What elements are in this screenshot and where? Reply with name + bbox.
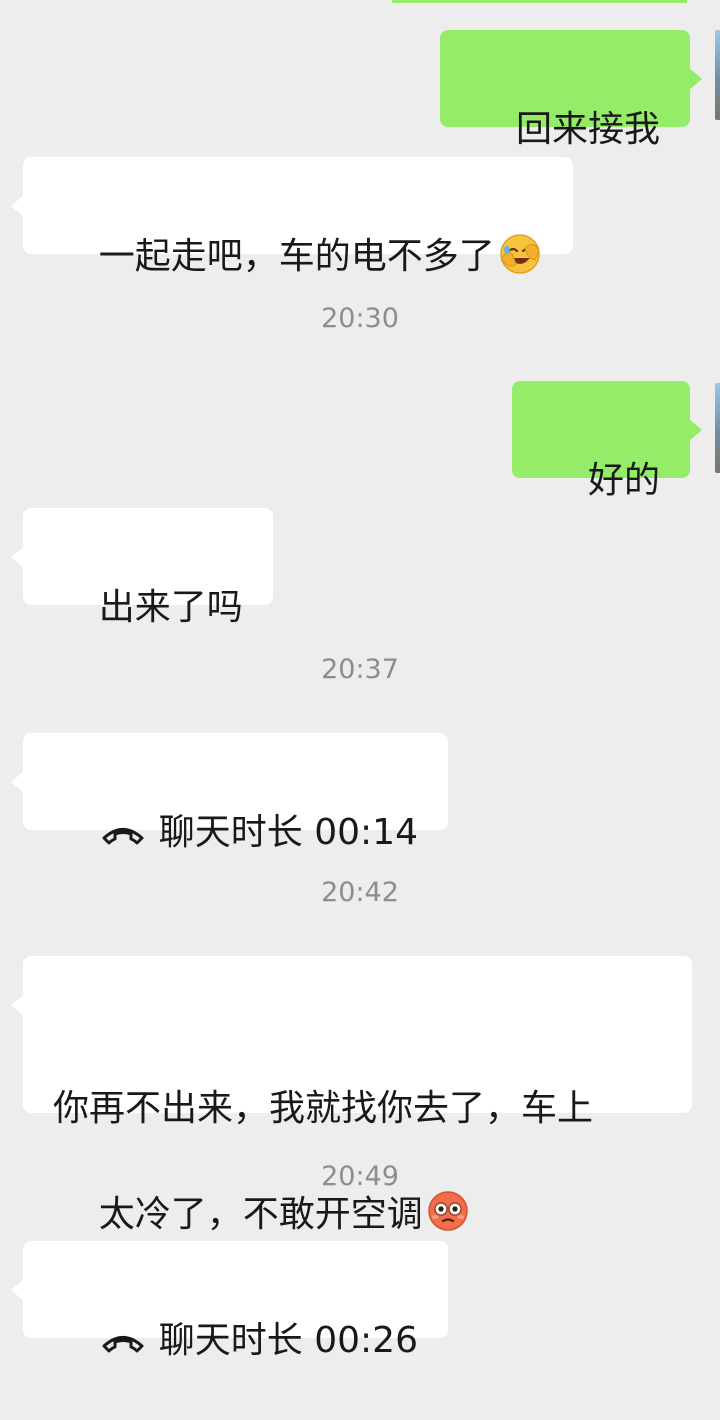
timestamp: 20:37 xyxy=(321,654,399,685)
call-duration-text: 聊天时长 00:26 xyxy=(158,1320,418,1361)
message-text-line1: 你再不出来，我就找你去了，车上 xyxy=(53,1088,594,1129)
avatar[interactable] xyxy=(715,30,720,120)
avatar[interactable] xyxy=(715,383,720,473)
call-duration-text: 聊天时长 00:14 xyxy=(158,812,418,853)
timestamp: 20:49 xyxy=(321,1161,399,1192)
previous-message-bubble[interactable] xyxy=(392,0,687,3)
message-text-line2: 太冷了，不敢开空调 xyxy=(98,1194,423,1235)
message-bubble-incoming[interactable]: 一起走吧，车的电不多了 xyxy=(11,157,573,277)
call-record-bubble[interactable]: 聊天时长 00:26 xyxy=(11,1241,448,1361)
message-text: 好的 xyxy=(587,460,660,501)
message-text: 出来了吗 xyxy=(98,587,243,628)
timestamp: 20:42 xyxy=(321,877,399,908)
timestamp: 20:30 xyxy=(321,303,399,334)
call-record-bubble[interactable]: 聊天时长 00:14 xyxy=(11,733,448,853)
chat-view[interactable]: 回来接我 一起走吧，车的电不多了 20:30 好的 出来了吗 20:37 聊天时… xyxy=(0,0,720,1364)
message-bubble-incoming[interactable]: 你再不出来，我就找你去了，车上 太冷了，不敢开空调 xyxy=(11,956,692,1235)
message-text: 一起走吧，车的电不多了 xyxy=(98,236,495,277)
message-bubble-outgoing[interactable]: 回来接我 xyxy=(440,30,702,150)
phone-hangup-icon xyxy=(102,828,144,845)
message-bubble-outgoing[interactable]: 好的 xyxy=(512,381,702,501)
flushed-emoji-icon xyxy=(428,1191,468,1231)
message-text: 回来接我 xyxy=(515,109,660,150)
message-bubble-incoming[interactable]: 出来了吗 xyxy=(11,508,273,628)
laugh-emoji-icon xyxy=(500,234,540,274)
phone-hangup-icon xyxy=(102,1336,144,1353)
